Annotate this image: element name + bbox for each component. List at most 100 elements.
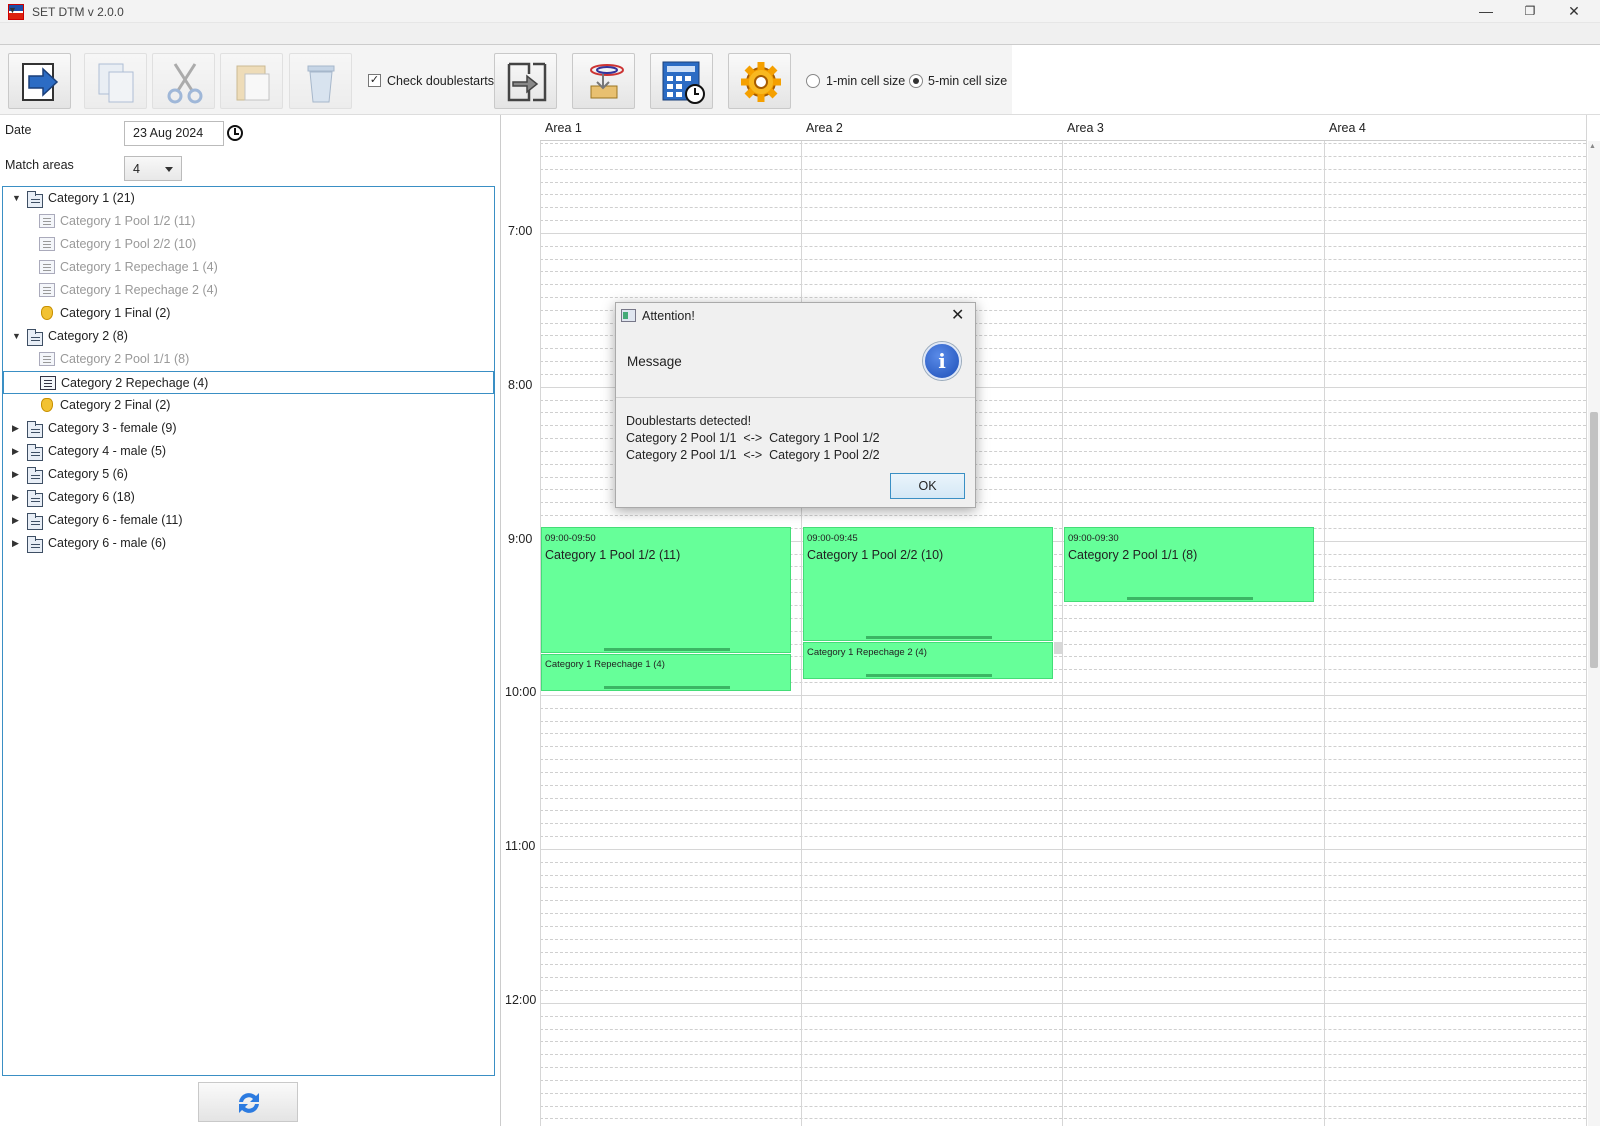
- check-doublestarts-checkbox[interactable]: ✓: [368, 74, 381, 87]
- clock-icon[interactable]: [227, 125, 243, 141]
- slot-line: [540, 284, 1586, 285]
- date-label: Date: [5, 123, 32, 137]
- time-label-11: 11:00: [505, 839, 536, 853]
- tree-item[interactable]: ▶ Category 4 - male (5): [3, 440, 494, 463]
- event-block[interactable]: 09:00-09:45 Category 1 Pool 2/2 (10): [803, 527, 1053, 641]
- copy-button[interactable]: [84, 53, 147, 109]
- tree-item[interactable]: ▶ Category 6 (18): [3, 486, 494, 509]
- settings-button[interactable]: [728, 53, 791, 109]
- event-resize-handle[interactable]: [866, 674, 992, 677]
- event-block[interactable]: Category 1 Repechage 2 (4): [803, 642, 1053, 679]
- menu-dropdown-icon[interactable]: ▼: [8, 5, 17, 15]
- minimize-button[interactable]: —: [1464, 0, 1508, 23]
- cell-size-5min-radio[interactable]: [909, 74, 923, 88]
- event-block[interactable]: 09:00-09:50 Category 1 Pool 1/2 (11): [541, 527, 791, 653]
- cell-size-1min-radio[interactable]: [806, 74, 820, 88]
- category-tree[interactable]: ▼ Category 1 (21) Category 1 Pool 1/2 (11)…: [2, 186, 495, 1076]
- folder-icon: [27, 490, 43, 507]
- area-divider: [1324, 115, 1325, 1126]
- tree-item-label: Category 2 Repechage (4): [61, 376, 209, 390]
- dialog-message-line: Category 2 Pool 1/1 <-> Category 1 Pool …: [626, 431, 880, 445]
- tree-item[interactable]: Category 1 Repechage 1 (4): [3, 256, 494, 279]
- event-time: 09:00-09:30: [1068, 533, 1119, 544]
- close-window-button[interactable]: ✕: [1552, 0, 1596, 23]
- area-divider: [1062, 115, 1063, 1126]
- title-bar: [0, 0, 1600, 23]
- slot-line: [540, 836, 1586, 837]
- paste-button[interactable]: [220, 53, 283, 109]
- slot-line: [540, 1041, 1586, 1042]
- expand-icon[interactable]: ▶: [12, 509, 24, 532]
- export-button[interactable]: [8, 53, 71, 109]
- dialog-message-line: Doublestarts detected!: [626, 414, 752, 428]
- schedule-calculator-icon: [662, 61, 705, 104]
- expand-icon[interactable]: ▶: [12, 440, 24, 463]
- delete-button[interactable]: [289, 53, 352, 109]
- hour-line: [540, 233, 1586, 234]
- folder-icon: [27, 444, 43, 461]
- close-icon[interactable]: ✕: [951, 305, 964, 325]
- tree-item[interactable]: ▼ Category 1 (21): [3, 187, 494, 210]
- tree-item[interactable]: Category 2 Final (2): [3, 394, 494, 417]
- settings-gear-icon: [741, 62, 781, 102]
- scroll-up-icon[interactable]: ▲: [1589, 143, 1596, 150]
- tree-item[interactable]: ▼ Category 2 (8): [3, 325, 494, 348]
- restore-button[interactable]: ❐: [1508, 0, 1552, 23]
- dialog-divider: [616, 397, 975, 398]
- hour-line: [540, 1003, 1586, 1004]
- event-resize-handle[interactable]: [1127, 597, 1253, 600]
- window-title: SET DTM v 2.0.0: [32, 5, 124, 19]
- time-label-7: 7:00: [508, 224, 533, 238]
- tree-item[interactable]: ▶ Category 6 - male (6): [3, 532, 494, 555]
- upload-button[interactable]: [572, 53, 635, 109]
- refresh-button[interactable]: [198, 1082, 298, 1122]
- swap-button[interactable]: [494, 53, 557, 109]
- date-field[interactable]: 23 Aug 2024: [124, 121, 224, 146]
- chevron-down-icon: [165, 167, 173, 172]
- collapse-icon[interactable]: ▼: [12, 325, 24, 348]
- event-resize-handle[interactable]: [604, 648, 730, 651]
- event-resize-handle[interactable]: [604, 686, 730, 689]
- tree-item[interactable]: Category 1 Pool 1/2 (11): [3, 210, 494, 233]
- slot-line: [540, 207, 1586, 208]
- expand-icon[interactable]: ▶: [12, 463, 24, 486]
- tree-item[interactable]: Category 1 Repechage 2 (4): [3, 279, 494, 302]
- tree-item[interactable]: Category 1 Pool 2/2 (10): [3, 233, 494, 256]
- slot-line: [540, 1106, 1586, 1107]
- tree-item[interactable]: ▶ Category 3 - female (9): [3, 417, 494, 440]
- tree-item-label: Category 2 Final (2): [60, 398, 171, 412]
- tree-item[interactable]: ▶ Category 6 - female (11): [3, 509, 494, 532]
- dialog-message-line: Category 2 Pool 1/1 <-> Category 1 Pool …: [626, 448, 880, 462]
- ok-button[interactable]: OK: [890, 473, 965, 499]
- event-block[interactable]: 09:00-09:30 Category 2 Pool 1/1 (8): [1064, 527, 1314, 602]
- cut-button[interactable]: [152, 53, 215, 109]
- tree-item-label: Category 6 (18): [48, 490, 135, 504]
- tree-item[interactable]: Category 2 Repechage (4): [3, 371, 494, 394]
- dialog-title: Attention!: [642, 309, 695, 323]
- expand-icon[interactable]: ▶: [12, 532, 24, 555]
- expand-icon[interactable]: ▶: [12, 417, 24, 440]
- cell-size-5min-label: 5-min cell size: [928, 74, 1008, 88]
- event-resize-handle[interactable]: [866, 636, 992, 639]
- time-label-8: 8:00: [508, 378, 533, 392]
- expand-icon[interactable]: ▶: [12, 486, 24, 509]
- tree-item[interactable]: ▶ Category 5 (6): [3, 463, 494, 486]
- scrollbar-thumb[interactable]: [1590, 412, 1598, 668]
- slot-line: [540, 1029, 1586, 1030]
- swap-icon: [507, 62, 547, 102]
- document-icon: [39, 260, 55, 274]
- slot-line: [540, 862, 1586, 863]
- area-header-2: Area 2: [806, 121, 843, 135]
- slot-line: [540, 900, 1586, 901]
- drag-handle[interactable]: [1054, 642, 1062, 654]
- slot-line: [540, 169, 1586, 170]
- slot-line: [540, 246, 1586, 247]
- schedule-calculator-button[interactable]: [650, 53, 713, 109]
- slot-line: [540, 875, 1586, 876]
- slot-line: [540, 913, 1586, 914]
- event-block[interactable]: Category 1 Repechage 1 (4): [541, 654, 791, 691]
- collapse-icon[interactable]: ▼: [12, 187, 24, 210]
- tree-item[interactable]: Category 2 Pool 1/1 (8): [3, 348, 494, 371]
- match-areas-select[interactable]: 4: [124, 156, 182, 181]
- tree-item[interactable]: Category 1 Final (2): [3, 302, 494, 325]
